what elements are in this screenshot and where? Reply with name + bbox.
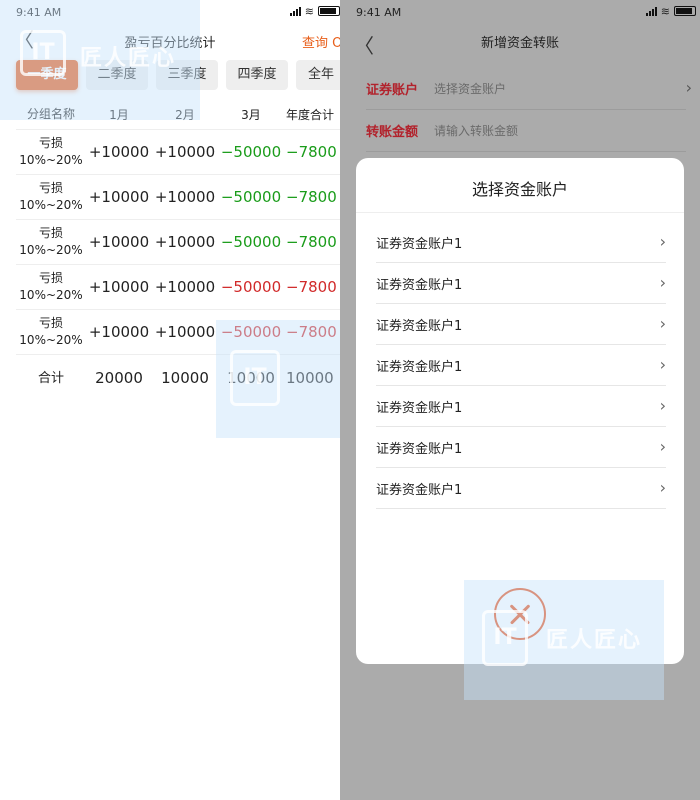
sum-label: 合计 xyxy=(37,370,64,386)
status-time: 9:41 AM xyxy=(356,6,402,19)
modal-divider xyxy=(356,212,684,213)
transfer-amount-label: 转账金额 xyxy=(366,125,419,140)
account-item[interactable]: 证券资金账户1 › xyxy=(376,468,666,509)
query-button[interactable]: 查询 O xyxy=(302,32,340,51)
group-name: 亏损 10%~20% xyxy=(19,181,83,212)
total-value: −7800 xyxy=(286,143,337,161)
status-icons: ≋ xyxy=(289,4,340,18)
table-row: 亏损 10%~20% +10000 +10000 −50000 −7800 xyxy=(16,130,340,175)
table-row: 亏损 10%~20% +10000 +10000 −50000 −7800 xyxy=(16,220,340,265)
m2-value: +10000 xyxy=(154,278,216,296)
watermark-text: 匠人匠心 xyxy=(80,46,177,71)
header-m3: 3月 xyxy=(241,108,261,122)
transfer-amount-field[interactable]: 转账金额 请输入转账金额 xyxy=(366,110,686,152)
tab-full-year[interactable]: 全年 xyxy=(296,60,340,90)
account-label: 证券资金账户1 xyxy=(376,400,463,416)
m1-value: +10000 xyxy=(88,188,150,206)
total-value: −7800 xyxy=(286,233,337,251)
watermark-logo-icon: IT xyxy=(482,610,528,666)
battery-icon xyxy=(674,6,696,16)
modal-title: 选择资金账户 xyxy=(471,180,568,199)
tab-q4[interactable]: 四季度 xyxy=(226,60,288,90)
watermark-logo-icon: IT xyxy=(20,30,66,76)
m3-value: −50000 xyxy=(220,233,282,251)
table-row: 亏损 10%~20% +10000 +10000 −50000 −7800 xyxy=(16,265,340,310)
left-screen: 9:41 AM ≋ 〈 盈亏百分比统计 查询 O 一季度 二季度 三季度 四季度… xyxy=(0,0,340,800)
account-label: 证券资金账户1 xyxy=(376,318,463,334)
right-screen: 9:41 AM ≋ 〈 新增资金转账 证券账户 选择资金账户 › 转账金额 请输… xyxy=(340,0,700,800)
group-name: 亏损 10%~20% xyxy=(19,316,83,347)
m2-value: +10000 xyxy=(154,188,216,206)
battery-icon xyxy=(318,6,340,16)
transfer-amount-placeholder: 请输入转账金额 xyxy=(434,124,519,138)
securities-account-placeholder: 选择资金账户 xyxy=(434,82,507,96)
chevron-right-icon: › xyxy=(659,396,666,415)
account-item[interactable]: 证券资金账户1 › xyxy=(376,427,666,468)
signal-icon xyxy=(289,6,301,16)
m1-value: +10000 xyxy=(88,233,150,251)
chevron-right-icon: › xyxy=(659,478,666,497)
account-item[interactable]: 证券资金账户1 › xyxy=(376,386,666,427)
account-label: 证券资金账户1 xyxy=(376,236,463,252)
sum-m1: 20000 xyxy=(95,369,143,387)
m2-value: +10000 xyxy=(154,233,216,251)
sum-m2: 10000 xyxy=(161,369,209,387)
chevron-right-icon: › xyxy=(685,78,692,97)
watermark-logo-icon: IT xyxy=(230,350,280,406)
group-name: 亏损 10%~20% xyxy=(19,226,83,257)
securities-account-field[interactable]: 证券账户 选择资金账户 › xyxy=(366,68,692,110)
group-name: 亏损 10%~20% xyxy=(19,136,83,167)
chevron-right-icon: › xyxy=(659,437,666,456)
m2-value: +10000 xyxy=(154,323,216,341)
watermark: IT 匠人匠心 xyxy=(464,580,664,700)
account-label: 证券资金账户1 xyxy=(376,277,463,293)
m3-value: −50000 xyxy=(220,188,282,206)
account-list: 证券资金账户1 › 证券资金账户1 › 证券资金账户1 › 证券资金账户1 › … xyxy=(376,222,666,509)
m1-value: +10000 xyxy=(88,278,150,296)
account-label: 证券资金账户1 xyxy=(376,441,463,457)
chevron-right-icon: › xyxy=(659,355,666,374)
header-total: 年度合计 xyxy=(286,108,335,122)
m1-value: +10000 xyxy=(88,143,150,161)
m3-value: −50000 xyxy=(220,143,282,161)
m2-value: +10000 xyxy=(154,143,216,161)
securities-account-label: 证券账户 xyxy=(366,83,419,98)
account-label: 证券资金账户1 xyxy=(376,359,463,375)
watermark: IT xyxy=(216,320,340,438)
wifi-icon: ≋ xyxy=(660,4,670,18)
account-item[interactable]: 证券资金账户1 › xyxy=(376,345,666,386)
total-value: −7800 xyxy=(286,188,337,206)
chevron-right-icon: › xyxy=(659,273,666,292)
watermark-text: 匠人匠心 xyxy=(546,628,643,653)
table-row: 亏损 10%~20% +10000 +10000 −50000 −7800 xyxy=(16,175,340,220)
account-item[interactable]: 证券资金账户1 › xyxy=(376,304,666,345)
account-label: 证券资金账户1 xyxy=(376,482,463,498)
status-icons: ≋ xyxy=(645,4,696,18)
account-item[interactable]: 证券资金账户1 › xyxy=(376,263,666,304)
chevron-right-icon: › xyxy=(659,232,666,251)
wifi-icon: ≋ xyxy=(304,4,314,18)
signal-icon xyxy=(645,6,657,16)
status-bar: 9:41 AM ≋ xyxy=(340,0,700,24)
group-name: 亏损 10%~20% xyxy=(19,271,83,302)
total-value: −7800 xyxy=(286,278,337,296)
chevron-right-icon: › xyxy=(659,314,666,333)
watermark: IT 匠人匠心 xyxy=(0,0,200,120)
page-title: 新增资金转账 xyxy=(480,36,559,51)
m3-value: −50000 xyxy=(220,278,282,296)
m1-value: +10000 xyxy=(88,323,150,341)
account-item[interactable]: 证券资金账户1 › xyxy=(376,222,666,263)
